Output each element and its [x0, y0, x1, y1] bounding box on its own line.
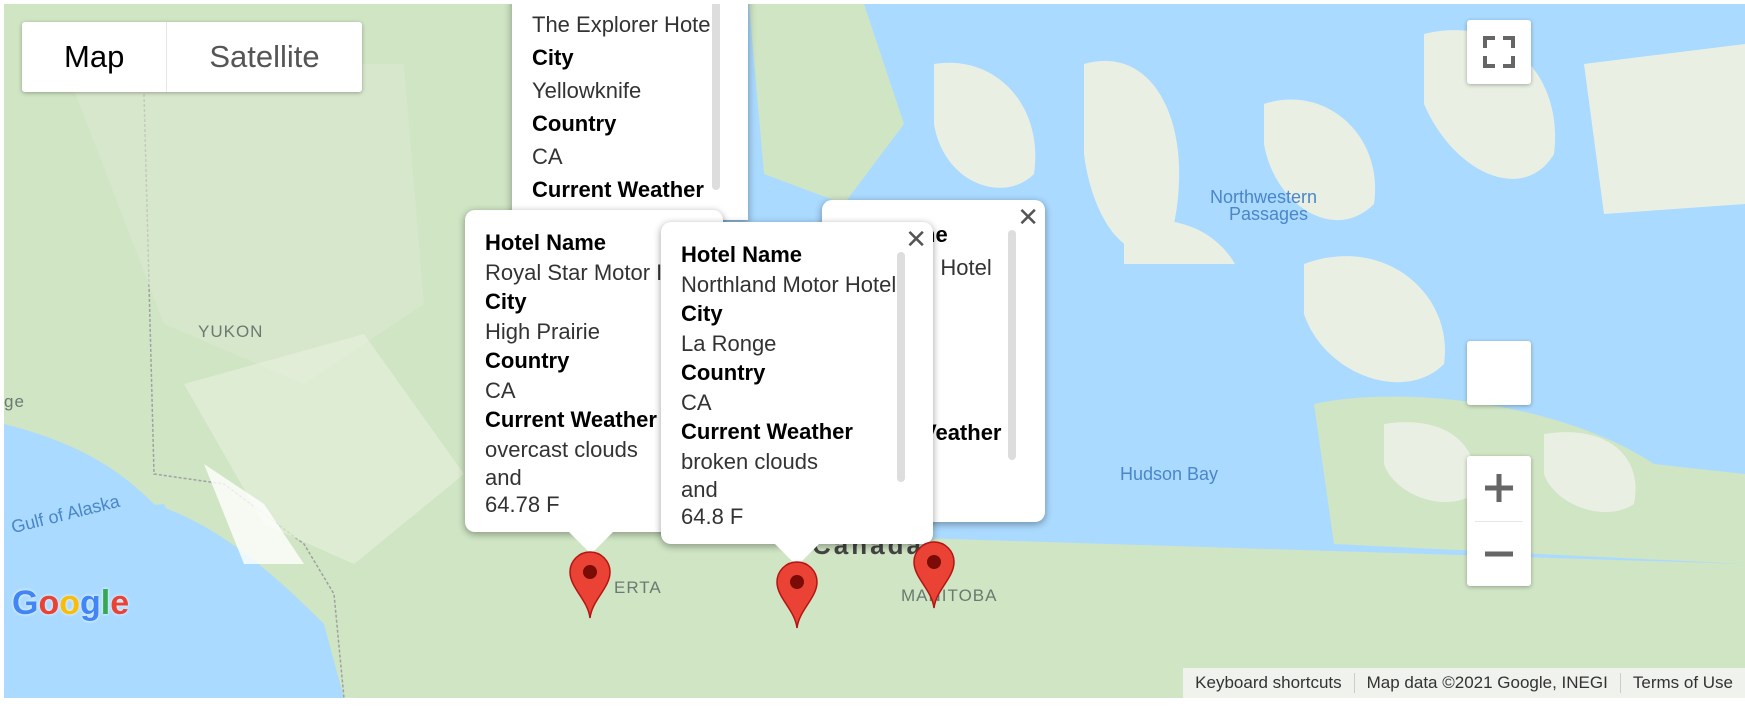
city-label: City [681, 301, 723, 326]
hotel-name-value: Royal Star Motor In [485, 259, 675, 285]
info-window-la-ronge: Hotel Name Northland Motor Hotel City La… [661, 222, 933, 544]
info-window-scrollbar[interactable] [1008, 230, 1016, 460]
google-logo[interactable]: Google [12, 584, 129, 623]
country-label: Country [532, 111, 617, 136]
and-text: and [485, 465, 522, 490]
hotel-name-label: Hotel Name [485, 230, 607, 255]
weather-label: Current Weather [532, 177, 704, 202]
map-type-map-button[interactable]: Map [22, 22, 168, 92]
map-canvas[interactable]: YUKON Gulf of Alaska ge Northwestern Pas… [4, 4, 1745, 698]
map-type-control: Map Satellite [22, 22, 362, 92]
country-label: Country [681, 360, 766, 385]
country-value: CA [485, 377, 516, 403]
zoom-out-button[interactable] [1467, 522, 1531, 586]
map-marker-third[interactable] [912, 540, 956, 610]
terms-of-use-link[interactable]: Terms of Use [1619, 673, 1745, 693]
map-data-attribution: Map data ©2021 Google, INEGI [1353, 673, 1620, 693]
fullscreen-button[interactable] [1467, 20, 1531, 84]
city-value: Yellowknife [532, 78, 642, 103]
label-yukon: YUKON [198, 322, 264, 341]
city-value: n [922, 317, 1002, 350]
weather-value: broken clouds [681, 448, 818, 474]
city-value: La Ronge [681, 330, 777, 356]
weather-label: Current Weather [681, 419, 853, 444]
info-window-scrollbar[interactable] [712, 4, 720, 190]
map-marker-la-ronge[interactable] [775, 560, 819, 630]
minus-icon [1485, 551, 1513, 557]
city-label: City [532, 45, 574, 70]
label-alberta: ERTA [614, 578, 662, 597]
keyboard-shortcuts-link[interactable]: Keyboard shortcuts [1183, 673, 1353, 693]
zoom-in-button[interactable] [1467, 456, 1531, 520]
temperature-value: 64.8 F [681, 504, 744, 529]
hotel-name-value: d Hotel [922, 255, 992, 280]
country-label: Country [485, 348, 570, 373]
label-edge: ge [4, 392, 25, 411]
country-value: CA [681, 389, 712, 415]
temperature-value: 64.78 F [485, 492, 560, 517]
weather-label: Current Weather [485, 407, 657, 432]
country-value: CA [532, 144, 563, 169]
hotel-name-label: Hotel Name [681, 242, 803, 267]
city-label: City [485, 289, 527, 314]
hotel-name-value: The Explorer Hotel [532, 12, 716, 37]
and-text: and [681, 477, 718, 502]
weather-value: overcast clouds [485, 436, 638, 462]
label-passages: Passages [1229, 204, 1309, 224]
map-marker-high-prairie[interactable] [568, 550, 612, 620]
hotel-name-value: Northland Motor Hotel [681, 271, 897, 297]
street-view-control[interactable] [1467, 341, 1531, 405]
map-type-satellite-button[interactable]: Satellite [167, 22, 361, 92]
city-value: High Prairie [485, 318, 600, 344]
weather-value: s [922, 449, 1002, 482]
map-footer: Keyboard shortcuts Map data ©2021 Google… [1183, 668, 1745, 698]
close-icon[interactable]: ✕ [1017, 204, 1039, 230]
label-hudson-bay: Hudson Bay [1120, 464, 1219, 484]
info-window-explorer: The Explorer Hotel City Yellowknife Coun… [512, 4, 748, 220]
info-window-scrollbar[interactable] [897, 252, 905, 482]
weather-label: Veather [922, 420, 1002, 445]
plus-icon [1485, 474, 1513, 502]
close-icon[interactable]: ✕ [905, 226, 927, 252]
hotel-name-label: ne [922, 222, 948, 247]
zoom-control [1467, 456, 1531, 586]
fullscreen-icon [1483, 36, 1515, 68]
